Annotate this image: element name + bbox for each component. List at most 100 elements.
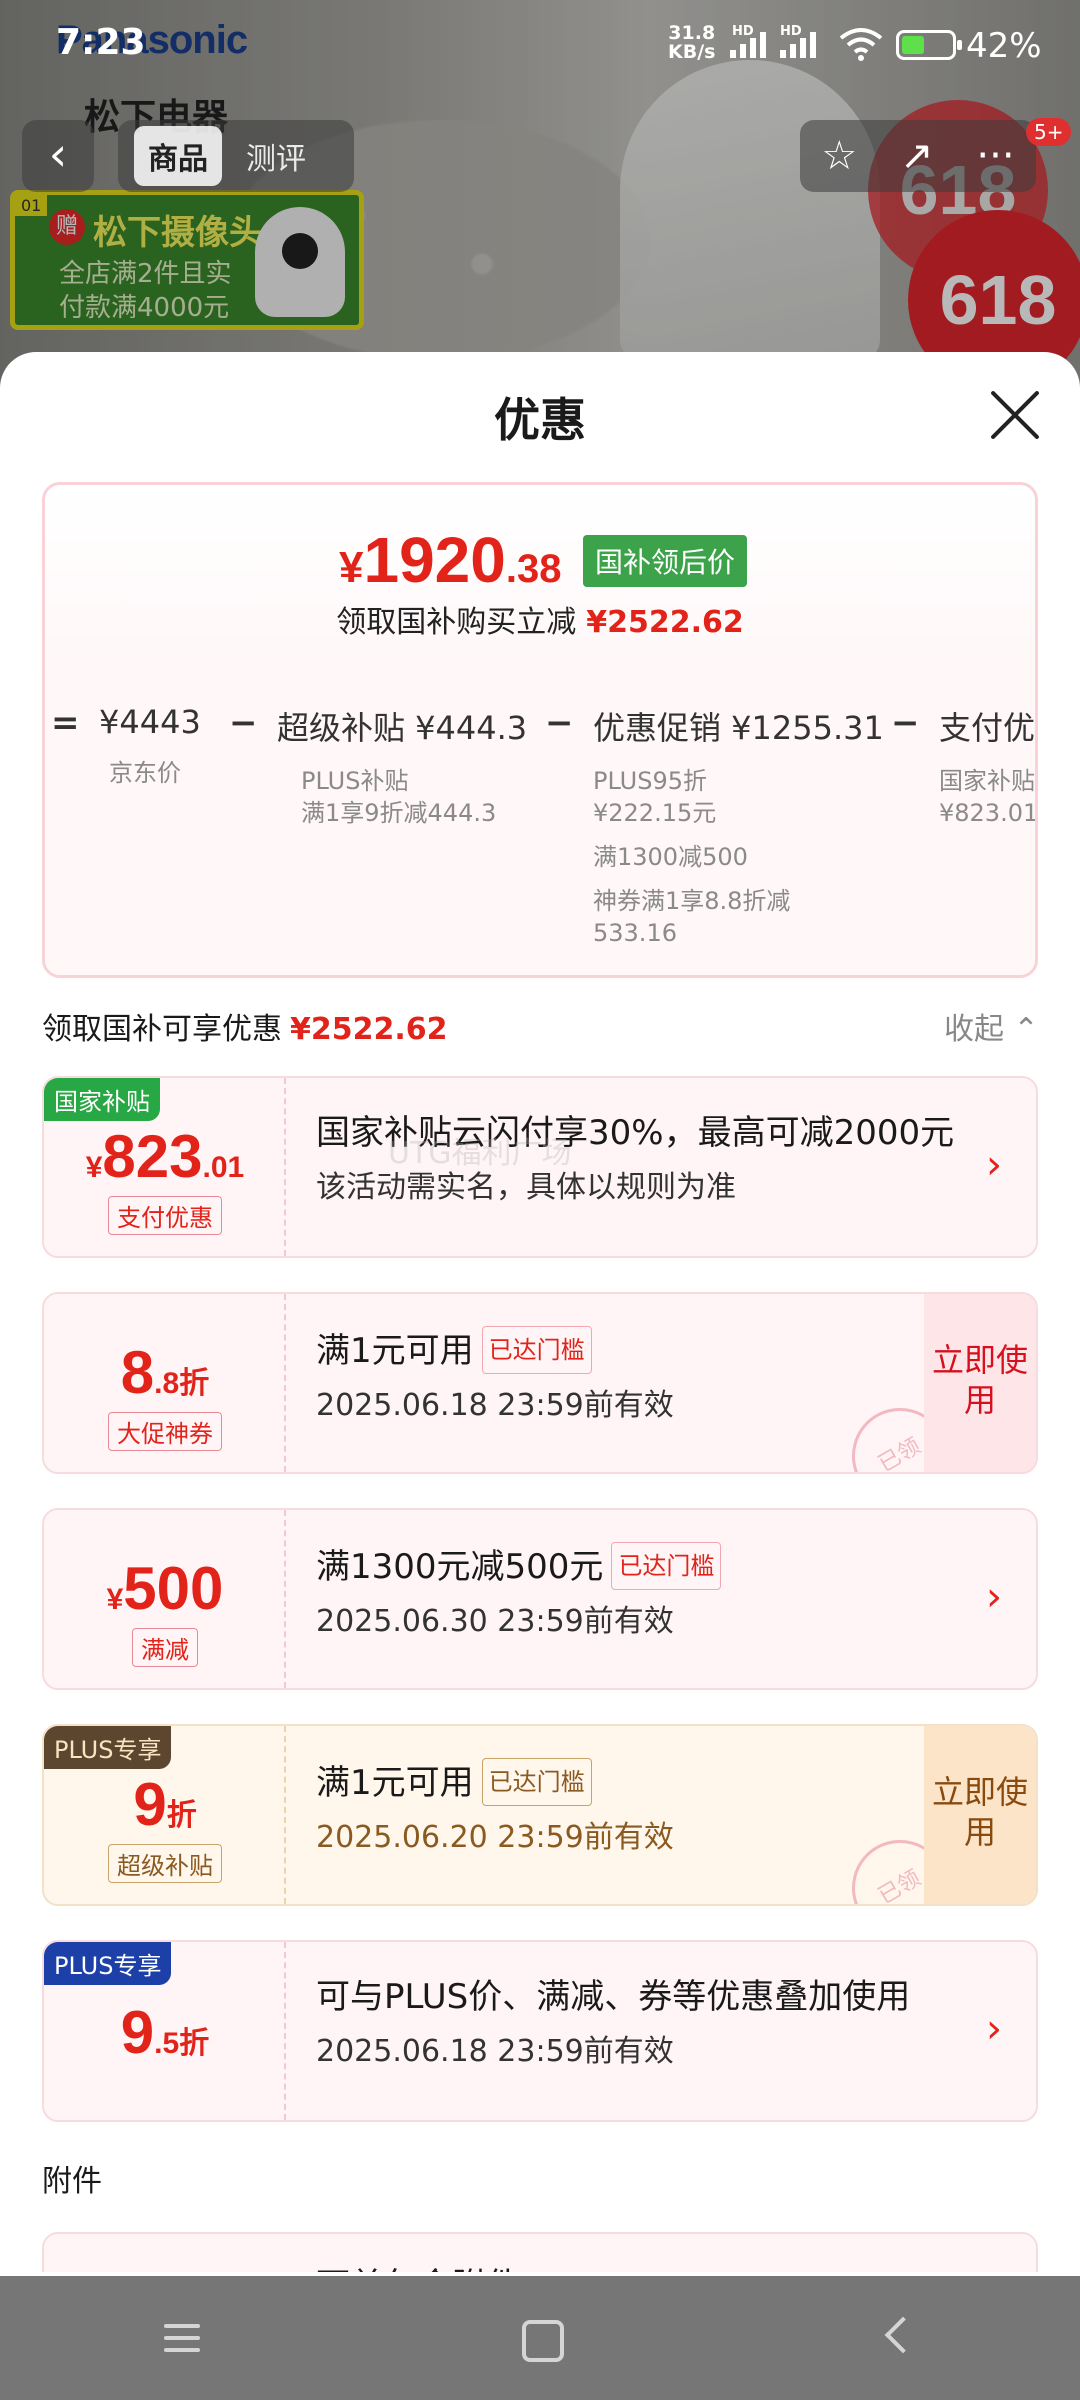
coupon-expiry: 2025.06.18 23:59前有效 bbox=[316, 2034, 674, 2069]
use-now-button[interactable]: 立即使用 bbox=[924, 1726, 1036, 1904]
breakdown-operator: = bbox=[51, 703, 80, 743]
collapse-button[interactable]: 收起 ⌃ bbox=[944, 1004, 1039, 1048]
coupon-amount-small: .01 bbox=[202, 1151, 245, 1184]
coupon-type: 大促神券 bbox=[44, 1412, 286, 1451]
share-icon[interactable]: ↗ bbox=[900, 133, 934, 179]
final-price: ¥1920.38 bbox=[339, 523, 561, 597]
breakdown-sub: PLUS补贴 满1享9折减444.3 bbox=[301, 767, 497, 827]
coupon-card-plus-95-off[interactable]: PLUS专享 9.5折 可与PLUS价、满减、券等优惠叠加使用 2025.06.… bbox=[42, 1940, 1038, 2122]
signal-icon bbox=[780, 30, 816, 58]
coupon-amount-big: 9 bbox=[120, 1999, 155, 2066]
attachment-text: 下单包含附件 bbox=[316, 2258, 520, 2272]
breakdown-head: 超级补贴 ¥444.3 bbox=[277, 709, 528, 747]
breakdown-item: ¥4443 京东价 bbox=[99, 703, 201, 789]
tab-review[interactable]: 测评 bbox=[232, 126, 320, 186]
coupon-amount: 9折 bbox=[44, 1770, 286, 1839]
coupon-amount-small: .8折 bbox=[154, 1367, 210, 1400]
coupon-info: 满1元可用 已达门槛 2025.06.20 23:59前有效 bbox=[316, 1758, 956, 1856]
message-badge: 5+ bbox=[1026, 118, 1072, 146]
breakdown-sub: 京东价 bbox=[109, 759, 181, 787]
breakdown-sub: PLUS95折 ¥222.15元 bbox=[593, 767, 717, 827]
breakdown-head: ¥4443 bbox=[99, 703, 201, 741]
sheet-title: 优惠 bbox=[494, 393, 586, 447]
close-icon[interactable] bbox=[986, 386, 1044, 444]
threshold-badge: 已达门槛 bbox=[611, 1542, 722, 1590]
coupon-amount: ¥823.01 bbox=[44, 1122, 286, 1191]
watermark: UTG福利广场 bbox=[388, 1136, 572, 1171]
tab-product[interactable]: 商品 bbox=[134, 126, 222, 186]
star-icon[interactable]: ☆ bbox=[821, 133, 857, 179]
coupon-title: 可与PLUS价、满减、券等优惠叠加使用 bbox=[316, 1977, 911, 2017]
breakdown-head: 优惠促销 ¥1255.31 bbox=[593, 709, 884, 747]
back-button[interactable]: ‹ bbox=[22, 120, 94, 192]
use-now-button[interactable]: 立即使用 bbox=[924, 1294, 1036, 1472]
coupon-amount-big: 8 bbox=[120, 1339, 155, 1406]
coupon-info: 满1元可用 已达门槛 2025.06.18 23:59前有效 bbox=[316, 1326, 956, 1424]
network-speed-unit: KB/s bbox=[668, 41, 716, 63]
coupon-title: 满1元可用 已达门槛 bbox=[316, 1326, 956, 1374]
coupon-amount: 8.8折 bbox=[44, 1338, 286, 1407]
currency-symbol: ¥ bbox=[339, 543, 364, 592]
coupon-type: 支付优惠 bbox=[44, 1196, 286, 1235]
threshold-badge: 已达门槛 bbox=[481, 1758, 592, 1806]
breakdown-operator: − bbox=[229, 703, 258, 743]
top-actions: ☆ ↗ ··· bbox=[800, 120, 1036, 192]
collapse-label: 收起 bbox=[944, 1012, 1004, 1047]
price-sub-line: 领取国补购买立减 ¥2522.62 bbox=[45, 597, 1035, 641]
section-value: ¥2522.62 bbox=[290, 1012, 448, 1047]
breakdown-item: 支付优 国家补贴 ¥823.01 bbox=[939, 703, 1038, 829]
coupon-card-500-off[interactable]: ¥500 满减 满1300元减500元 已达门槛 2025.06.30 23:59… bbox=[42, 1508, 1038, 1690]
breakdown-item: 超级补贴 ¥444.3 PLUS补贴 满1享9折减444.3 bbox=[277, 703, 527, 829]
price-sub-value: ¥2522.62 bbox=[586, 605, 744, 640]
coupon-info: 满1300元减500元 已达门槛 2025.06.30 23:59前有效 bbox=[316, 1542, 956, 1640]
coupon-card-plus-9-off[interactable]: PLUS专享 9折 超级补贴 满1元可用 已达门槛 2025.06.20 23:5… bbox=[42, 1724, 1038, 1906]
more-icon[interactable]: ··· bbox=[976, 133, 1014, 179]
price-breakdown[interactable]: = ¥4443 京东价 − 超级补贴 ¥444.3 PLUS补贴 满1享9折减4… bbox=[45, 675, 1038, 975]
coupon-corner-tag: 国家补贴 bbox=[44, 1078, 160, 1121]
signal-icon bbox=[730, 30, 766, 58]
coupon-amount: ¥500 bbox=[44, 1554, 286, 1623]
section-label: 领取国补可享优惠 bbox=[42, 1012, 282, 1047]
coupon-card-88-off[interactable]: 8.8折 大促神券 满1元可用 已达门槛 2025.06.18 23:59前有效 … bbox=[42, 1292, 1038, 1474]
coupon-expiry: 2025.06.20 23:59前有效 bbox=[316, 1820, 674, 1855]
currency-symbol: ¥ bbox=[85, 1151, 103, 1184]
discount-sheet: 优惠 ¥1920.38 国补领后价 领取国补购买立减 ¥2522.62 = ¥44… bbox=[0, 352, 1080, 2272]
coupon-type: 满减 bbox=[44, 1628, 286, 1667]
tab-bar: 商品 测评 bbox=[118, 120, 354, 192]
wifi-icon bbox=[839, 28, 883, 61]
chevron-right-icon[interactable]: › bbox=[986, 2006, 1002, 2052]
status-bar: 7:23 31.8 KB/s HD HD 42% bbox=[0, 0, 1080, 90]
coupon-amount-big: 823 bbox=[102, 1123, 203, 1190]
back-nav-icon[interactable] bbox=[870, 2308, 930, 2368]
coupon-title: 满1300元减500元 已达门槛 bbox=[316, 1542, 956, 1590]
coupon-amount-small: .5折 bbox=[154, 2027, 210, 2060]
recent-apps-icon[interactable] bbox=[150, 2308, 210, 2368]
attachments-header: 附件 bbox=[42, 2164, 102, 2199]
breakdown-operator: − bbox=[891, 703, 920, 743]
battery-percent: 42% bbox=[966, 26, 1042, 66]
section-header: 领取国补可享优惠 ¥2522.62 bbox=[42, 1004, 448, 1048]
attachment-card[interactable]: 下单包含附件 bbox=[42, 2232, 1038, 2272]
breakdown-head: 支付优 bbox=[939, 709, 1036, 747]
currency-symbol: ¥ bbox=[106, 1583, 124, 1616]
breakdown-operator: − bbox=[545, 703, 574, 743]
chevron-right-icon[interactable]: › bbox=[986, 1142, 1002, 1188]
coupon-amount-small: 折 bbox=[166, 1799, 197, 1832]
price-sub-label: 领取国补购买立减 bbox=[336, 605, 577, 640]
coupon-expiry: 2025.06.18 23:59前有效 bbox=[316, 1388, 674, 1423]
coupon-expiry: 2025.06.30 23:59前有效 bbox=[316, 1604, 674, 1639]
coupon-corner-tag: PLUS专享 bbox=[44, 1726, 172, 1769]
chevron-right-icon[interactable]: › bbox=[986, 1574, 1002, 1620]
coupon-type: 超级补贴 bbox=[44, 1844, 286, 1883]
price-integer: 1920 bbox=[363, 524, 506, 596]
coupon-info: 可与PLUS价、满减、券等优惠叠加使用 2025.06.18 23:59前有效 bbox=[316, 1974, 956, 2070]
price-decimal: .38 bbox=[505, 547, 562, 591]
home-icon[interactable] bbox=[510, 2308, 570, 2368]
breakdown-sub: 国家补贴 ¥823.01 bbox=[939, 767, 1038, 827]
breakdown-sub: 满1300减500 bbox=[593, 843, 748, 871]
breakdown-item: 优惠促销 ¥1255.31 PLUS95折 ¥222.15元 满1300减500… bbox=[593, 703, 884, 949]
breakdown-sub: 神券满1享8.8折减 533.16 bbox=[593, 887, 791, 947]
price-summary: ¥1920.38 国补领后价 领取国补购买立减 ¥2522.62 = ¥4443 … bbox=[42, 482, 1038, 978]
network-speed: 31.8 KB/s bbox=[668, 24, 715, 62]
coupon-corner-tag: PLUS专享 bbox=[44, 1942, 172, 1985]
